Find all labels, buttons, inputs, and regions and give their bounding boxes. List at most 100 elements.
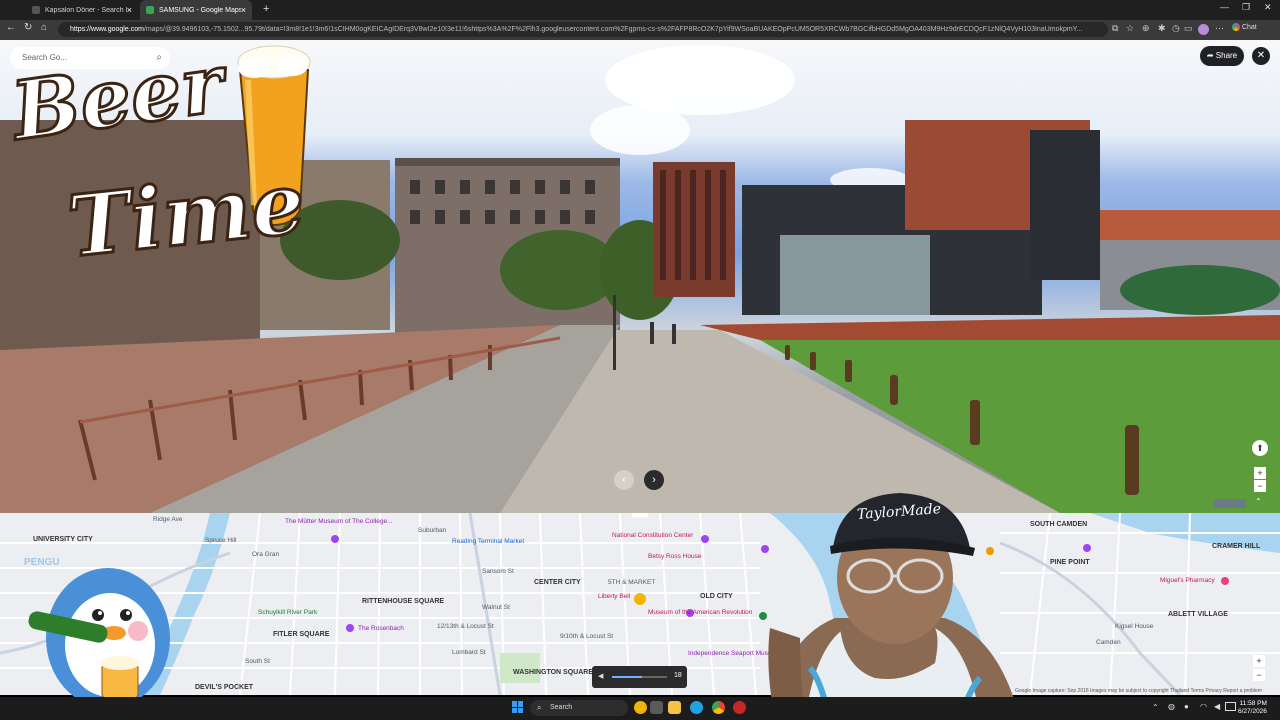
map-label[interactable]: Spruce Hill [205, 537, 236, 544]
extension-puzzle-icon[interactable]: ✱ [1158, 23, 1166, 34]
map-label[interactable]: DEVIL'S POCKET [195, 684, 253, 691]
map-label[interactable]: CRAMER HILL [1212, 543, 1260, 550]
map-label[interactable]: Ridge Ave [153, 516, 183, 523]
more-menu-icon[interactable]: ⋯ [1215, 23, 1224, 34]
sidebar-icon[interactable]: ▭ [1184, 23, 1193, 34]
map-label[interactable]: Schuylkill River Park [258, 609, 317, 616]
chrome-browser-icon[interactable] [712, 701, 725, 714]
close-street-view-button[interactable]: ✕ [1252, 47, 1270, 65]
tab-favicon-icon [32, 6, 40, 14]
zoom-slider-panel[interactable]: ◀ 18 [592, 666, 687, 688]
expand-chevron-icon[interactable]: ⌃ [1255, 497, 1262, 506]
minimize-icon[interactable]: — [1220, 2, 1229, 12]
map-label[interactable]: The Mütter Museum of The College... [285, 518, 393, 525]
taskbar-search-icon: ⌕ [537, 703, 542, 712]
chat-label: Chat [1241, 23, 1257, 31]
map-label[interactable]: 5TH & MARKET [608, 579, 655, 586]
tab-close-icon[interactable]: × [127, 5, 132, 15]
map-label[interactable]: 9/10th & Locust St [560, 633, 613, 640]
map-drag-handle[interactable] [632, 513, 648, 518]
map-label[interactable]: Miguel's Pharmacy [1160, 577, 1215, 584]
taskbar-search-label: Search [550, 704, 573, 711]
tray-mic-icon[interactable]: ● [1184, 702, 1189, 711]
zoom-in-button[interactable]: + [1254, 467, 1266, 479]
url-rest: 95.79t/data=!3m8!1e1!3m6!1sCIHM0ogKEICAg… [244, 26, 1083, 33]
map-label[interactable]: SOUTH CAMDEN [1030, 521, 1087, 528]
map-label[interactable]: 12/13th & Locust St [437, 623, 494, 630]
home-icon[interactable]: ⌂ [41, 22, 47, 33]
compass-icon[interactable]: ⬆ [1252, 440, 1268, 456]
map-label[interactable]: Lombard St [452, 649, 486, 656]
tab-title: Kapsalon Döner - Search Images [45, 6, 127, 14]
map-label[interactable]: Walnut St [482, 604, 510, 611]
clock-time: 11:58 PM [1239, 700, 1267, 707]
zoom-slider-fill [612, 676, 643, 678]
clock-date: 6/27/2026 [1238, 708, 1267, 715]
url-host: https://www.google.com [70, 26, 144, 33]
share-button[interactable]: ➦ Share [1200, 46, 1244, 66]
beer-time-overlay: Beer Time [5, 34, 328, 305]
map-footer[interactable]: Google Image capture: Sep 2018 Images ma… [1015, 688, 1262, 694]
window-close-icon[interactable]: ✕ [1264, 2, 1272, 13]
bookmark-star-icon[interactable]: ☆ [1126, 23, 1134, 34]
url-path: /maps/@39.9496103,-75.1502... [143, 26, 245, 33]
map-label[interactable]: Ora Gran [252, 551, 279, 558]
penguin-sticker: PENGU [18, 553, 186, 708]
map-label[interactable]: UNIVERSITY CITY [33, 536, 93, 543]
windows-start-icon[interactable] [512, 701, 524, 713]
zoom-value: 18 [674, 672, 682, 679]
map-label[interactable]: ABLETT VILLAGE [1168, 611, 1228, 618]
map-label[interactable]: PINE POINT [1050, 559, 1090, 566]
taskbar-clock[interactable]: 11:58 PM 6/27/2026 [1238, 700, 1267, 716]
install-app-icon[interactable]: ⧉ [1112, 23, 1118, 34]
tab-kapsalon[interactable]: Kapsalon Döner - Search Images × [26, 0, 138, 20]
map-label[interactable]: FITLER SQUARE [273, 631, 329, 638]
tray-network-icon[interactable]: ◍ [1168, 702, 1175, 711]
share-label: Share [1215, 51, 1238, 60]
map-label[interactable]: Kigsel House [1115, 623, 1153, 630]
tray-battery-icon[interactable] [1225, 702, 1236, 711]
tab-google-maps[interactable]: SAMSUNG - Google Maps × [140, 0, 252, 20]
map-label[interactable]: Betsy Ross House [648, 553, 701, 560]
profile-avatar[interactable] [1198, 24, 1209, 35]
tray-volume-icon[interactable]: ◀ [1214, 702, 1220, 711]
next-image-button[interactable]: › [644, 470, 664, 490]
back-arrow-icon[interactable]: ← [6, 22, 16, 33]
previous-image-button[interactable]: ‹ [614, 470, 634, 490]
tray-wifi-icon[interactable]: ◠ [1200, 702, 1207, 711]
map-label[interactable]: Sansom St [482, 568, 514, 575]
extension-icon[interactable]: ⊕ [1142, 23, 1150, 34]
file-explorer-icon[interactable] [668, 701, 681, 714]
penguin-drinking-icon [28, 568, 170, 708]
new-tab-plus-icon[interactable]: + [263, 3, 269, 15]
layers-thumbnail[interactable] [1214, 499, 1246, 508]
task-view-icon[interactable] [650, 701, 663, 714]
map-label[interactable]: Museum of the American Revolution [648, 609, 752, 616]
share-icon: ➦ [1206, 51, 1214, 60]
reload-icon[interactable]: ↻ [24, 22, 32, 33]
widgets-app-icon[interactable] [634, 701, 647, 714]
webcam-overlay: TaylorMade [745, 478, 1037, 720]
zoom-slider-track[interactable] [612, 676, 667, 678]
chat-button[interactable]: Chat [1232, 23, 1257, 31]
taskbar-search[interactable]: ⌕ Search [530, 700, 628, 716]
map-label[interactable]: The Rosenbach [358, 625, 404, 632]
map-label[interactable]: South St [245, 658, 270, 665]
zoom-out-button[interactable]: − [1254, 480, 1266, 492]
map-label[interactable]: Reading Terminal Market [452, 538, 524, 545]
edge-browser-icon[interactable] [690, 701, 703, 714]
map-label[interactable]: CENTER CITY [534, 579, 581, 586]
map-label[interactable]: National Constitution Center [612, 532, 693, 539]
obs-app-icon[interactable] [733, 701, 746, 714]
maximize-icon[interactable]: ❐ [1242, 2, 1250, 13]
map-label[interactable]: OLD CITY [700, 593, 733, 600]
map-label[interactable]: Camden [1096, 639, 1121, 646]
map-zoom-in-button[interactable]: + [1253, 655, 1265, 667]
tab-close-icon[interactable]: × [241, 5, 246, 15]
map-zoom-out-button[interactable]: − [1253, 669, 1265, 681]
tray-chevron-icon[interactable]: ⌃ [1152, 703, 1159, 712]
map-label[interactable]: Suburban [418, 527, 446, 534]
history-icon[interactable]: ◷ [1172, 23, 1180, 34]
map-label[interactable]: Liberty Bell [598, 593, 630, 600]
map-label[interactable]: RITTENHOUSE SQUARE [362, 598, 444, 605]
